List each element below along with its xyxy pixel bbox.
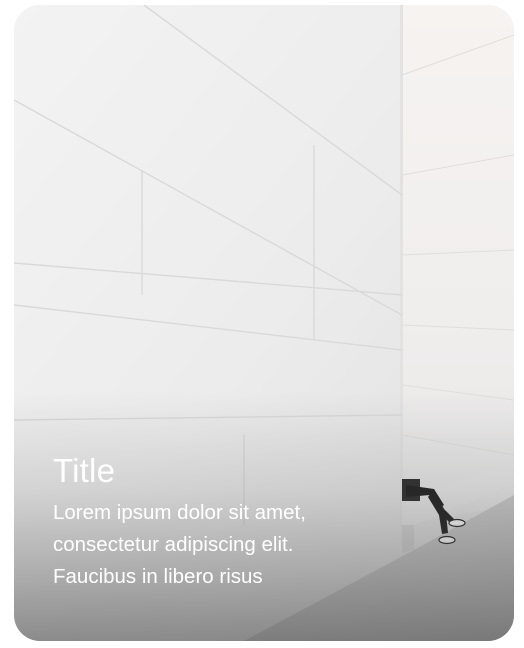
card-caption: Title Lorem ipsum dolor sit amet, consec… [53,451,393,593]
card-title: Title [53,452,116,489]
card-description: Lorem ipsum dolor sit amet, consectetur … [53,501,306,588]
card[interactable]: Title Lorem ipsum dolor sit amet, consec… [14,5,514,641]
